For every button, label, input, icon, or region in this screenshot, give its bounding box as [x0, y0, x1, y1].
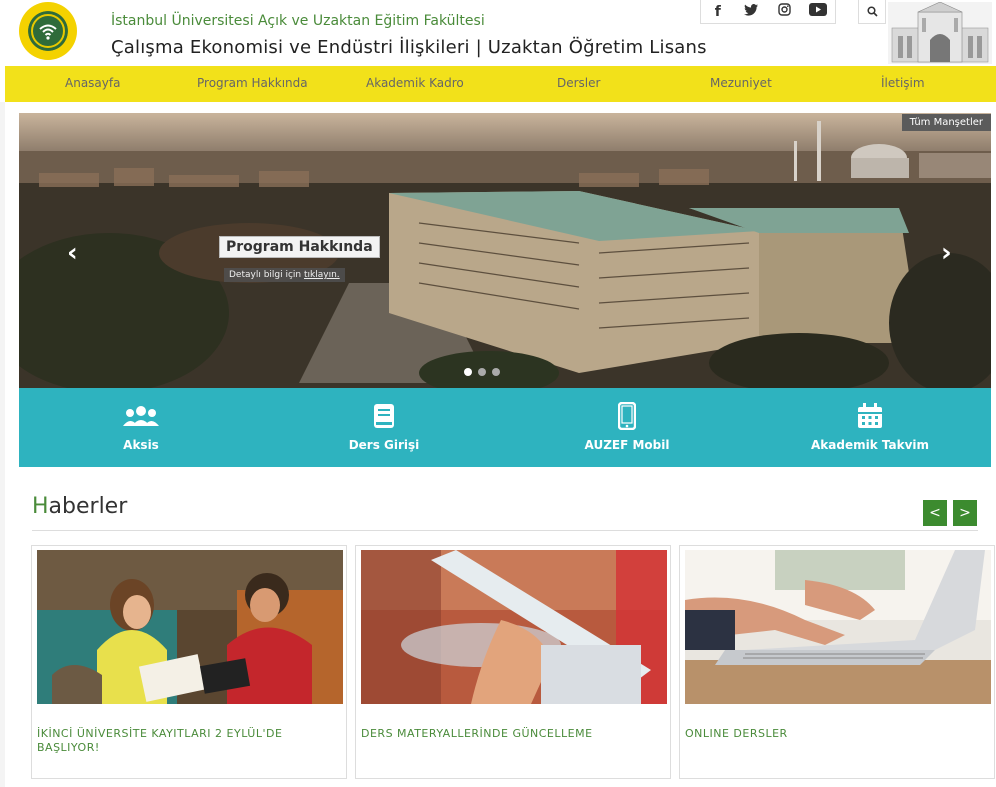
campus-aerial-photo: [19, 113, 991, 388]
news-prev-button[interactable]: <: [923, 500, 947, 526]
search-button[interactable]: [858, 0, 886, 24]
news-section-title: Haberler: [32, 494, 127, 519]
left-edge: [0, 102, 5, 787]
quick-link-label: Ders Girişi: [348, 438, 420, 452]
all-headlines-button[interactable]: Tüm Manşetler: [901, 114, 991, 131]
quick-link-label: Aksis: [123, 438, 159, 452]
quick-link-ders-girisi[interactable]: Ders Girişi: [309, 402, 459, 452]
caption-sub-prefix: Detaylı bilgi için: [229, 270, 302, 280]
quick-link-label: AUZEF Mobil: [584, 438, 670, 452]
youtube-icon[interactable]: [802, 3, 836, 20]
nav-item-akademik-kadro[interactable]: Akademik Kadro: [366, 76, 464, 90]
nav-item-anasayfa[interactable]: Anasayfa: [65, 76, 120, 90]
slider-prev-icon[interactable]: ‹: [67, 238, 78, 268]
slide-caption-title[interactable]: Program Hakkında: [219, 236, 380, 258]
news-card-title[interactable]: ONLINE DERSLER: [685, 727, 975, 741]
slider-dot-3[interactable]: [492, 368, 500, 376]
logo-inner: [31, 14, 65, 48]
main-nav: Anasayfa Program Hakkında Akademik Kadro…: [5, 66, 996, 102]
news-card-title[interactable]: DERS MATERYALLERİNDE GÜNCELLEME: [361, 727, 651, 741]
nav-item-program-hakkinda[interactable]: Program Hakkında: [197, 76, 308, 90]
news-divider: [32, 530, 978, 531]
news-card-image-laptop: [685, 550, 991, 704]
quick-link-aksis[interactable]: Aksis: [66, 402, 216, 452]
program-name[interactable]: Çalışma Ekonomisi ve Endüstri İlişkileri…: [111, 37, 707, 58]
slider-dots: [464, 368, 500, 376]
news-title-rest: aberler: [48, 494, 128, 519]
news-card[interactable]: DERS MATERYALLERİNDE GÜNCELLEME: [355, 545, 671, 779]
slider-dot-2[interactable]: [478, 368, 486, 376]
quick-link-label: Akademik Takvim: [810, 438, 930, 452]
twitter-icon[interactable]: [735, 3, 769, 20]
slider-next-icon[interactable]: ›: [941, 238, 952, 268]
site-header: İstanbul Üniversitesi Açık ve Uzaktan Eğ…: [0, 0, 996, 66]
news-card-image-students: [37, 550, 343, 704]
quick-link-auzef-mobil[interactable]: AUZEF Mobil: [552, 402, 702, 452]
book-icon: [309, 402, 459, 430]
wifi-emblem-icon: [39, 24, 57, 40]
news-card-image-tablet: [361, 550, 667, 704]
nav-item-iletisim[interactable]: İletişim: [881, 76, 925, 90]
social-links: f: [700, 0, 836, 24]
university-logo[interactable]: [19, 2, 77, 60]
faculty-name[interactable]: İstanbul Üniversitesi Açık ve Uzaktan Eğ…: [111, 13, 485, 29]
news-title-first-letter: H: [32, 494, 49, 519]
nav-item-dersler[interactable]: Dersler: [557, 76, 600, 90]
news-next-button[interactable]: >: [953, 500, 977, 526]
slider-dot-1[interactable]: [464, 368, 472, 376]
news-card-title[interactable]: İKİNCİ ÜNİVERSİTE KAYITLARI 2 EYLÜL'DE B…: [37, 727, 327, 755]
nav-item-mezuniyet[interactable]: Mezuniyet: [710, 76, 772, 90]
news-card[interactable]: ONLINE DERSLER: [679, 545, 995, 779]
hero-slider[interactable]: Tüm Manşetler ‹ › Program Hakkında Detay…: [19, 113, 991, 388]
quick-link-akademik-takvim[interactable]: Akademik Takvim: [795, 402, 945, 452]
facebook-icon[interactable]: f: [701, 4, 735, 20]
university-gate-illustration: [888, 2, 992, 64]
quick-links-bar: Aksis Ders Girişi AUZEF Mobil Akademik T…: [19, 388, 991, 467]
mobile-icon: [552, 402, 702, 430]
slide-caption-subtitle: Detaylı bilgi için tıklayın.: [224, 268, 345, 282]
calendar-icon: [795, 402, 945, 430]
users-icon: [66, 402, 216, 430]
news-card[interactable]: İKİNCİ ÜNİVERSİTE KAYITLARI 2 EYLÜL'DE B…: [31, 545, 347, 779]
search-icon: [866, 6, 878, 17]
caption-link[interactable]: tıklayın.: [304, 270, 340, 280]
instagram-icon[interactable]: [768, 3, 802, 20]
